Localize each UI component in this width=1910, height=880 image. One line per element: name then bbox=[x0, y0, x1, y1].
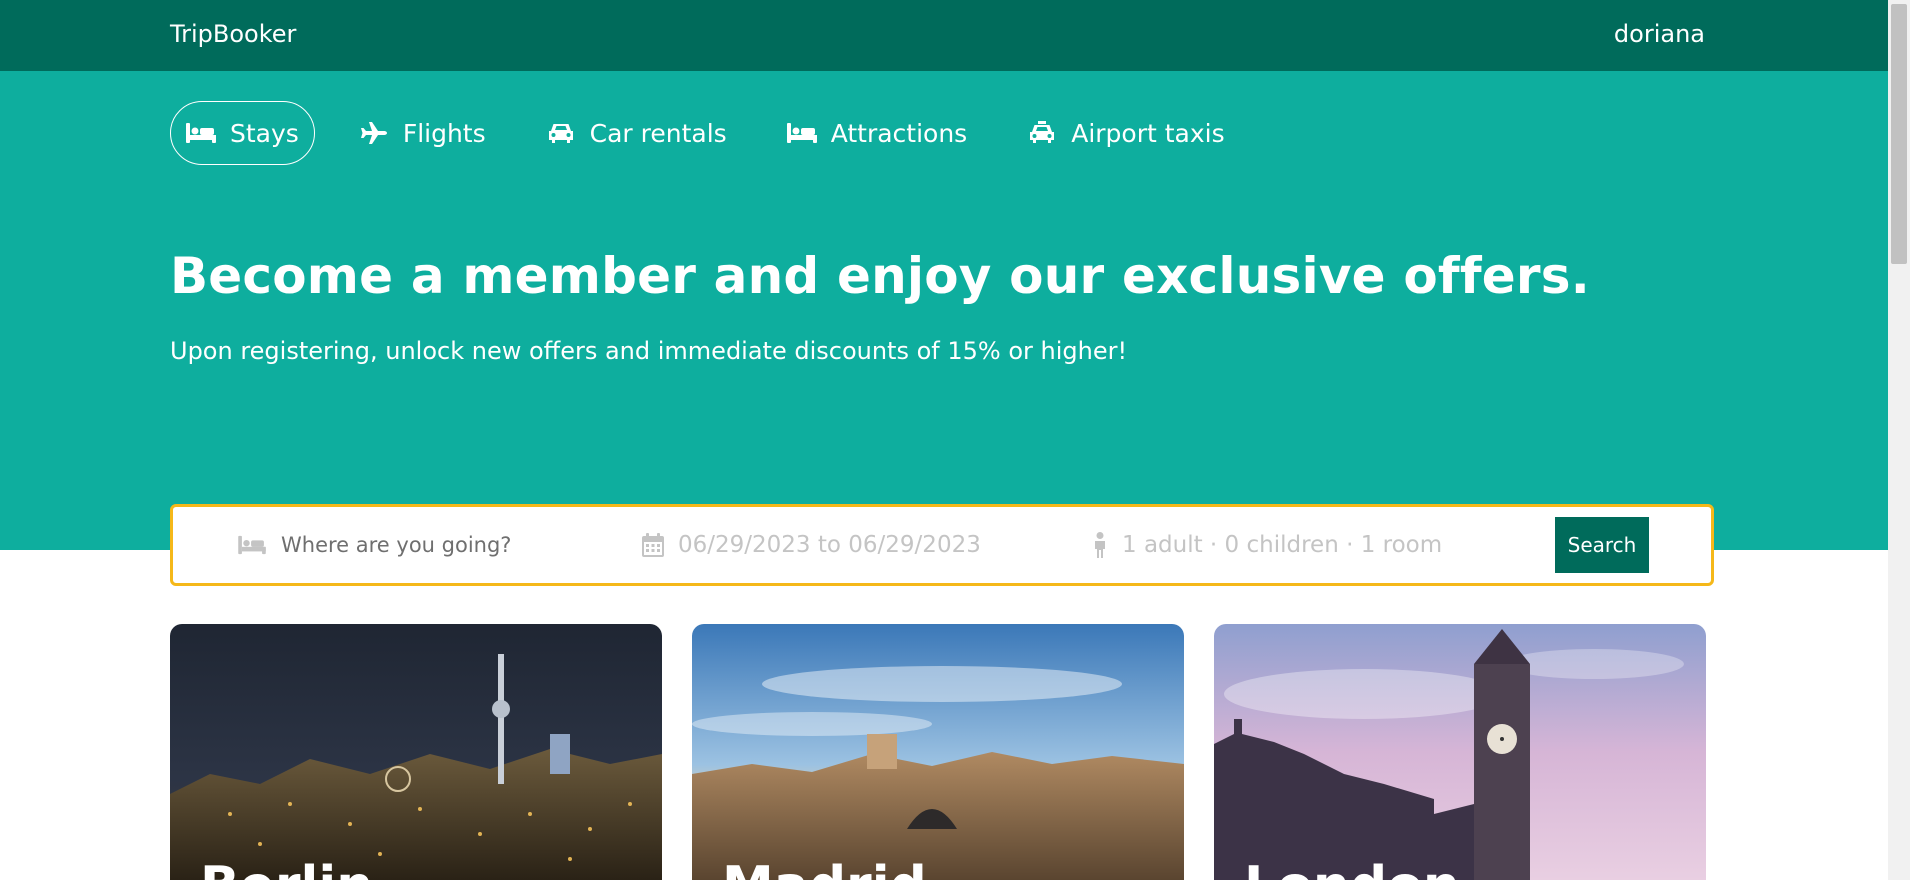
nav-item-attractions[interactable]: Attractions bbox=[771, 101, 984, 165]
nav-item-label: Car rentals bbox=[589, 118, 727, 148]
hero-section: Stays Flights Car rentals Attractions Ai… bbox=[0, 71, 1888, 550]
nav-item-car-rentals[interactable]: Car rentals bbox=[530, 101, 743, 165]
bed-icon bbox=[238, 535, 266, 554]
taxi-icon bbox=[1030, 121, 1055, 143]
scrollbar-thumb[interactable] bbox=[1891, 4, 1907, 264]
hero-subline: Upon registering, unlock new offers and … bbox=[170, 337, 1128, 365]
guests-field[interactable]: 1 adult · 0 children · 1 room bbox=[1092, 507, 1442, 582]
bed-icon bbox=[186, 123, 216, 143]
person-icon bbox=[1095, 531, 1105, 558]
madrid-photo bbox=[692, 624, 1184, 880]
destination-field[interactable] bbox=[237, 507, 601, 582]
card-title: Berlin bbox=[200, 856, 373, 880]
destination-card-madrid[interactable]: Madrid bbox=[692, 624, 1184, 880]
date-range-value: 06/29/2023 to 06/29/2023 bbox=[678, 531, 981, 558]
nav-item-label: Airport taxis bbox=[1071, 118, 1225, 148]
top-bar: TripBooker doriana bbox=[0, 0, 1888, 71]
nav-item-label: Stays bbox=[230, 118, 299, 148]
brand-logo[interactable]: TripBooker bbox=[170, 20, 296, 48]
calendar-icon bbox=[642, 532, 664, 557]
destination-card-berlin[interactable]: Berlin bbox=[170, 624, 662, 880]
card-title: Madrid bbox=[722, 856, 927, 880]
category-nav: Stays Flights Car rentals Attractions Ai… bbox=[170, 101, 1269, 165]
user-name[interactable]: doriana bbox=[1614, 20, 1705, 48]
search-button[interactable]: Search bbox=[1555, 517, 1649, 573]
hero-headline: Become a member and enjoy our exclusive … bbox=[170, 247, 1590, 305]
destination-cards: Berlin Madrid bbox=[170, 624, 1707, 880]
nav-item-airport-taxis[interactable]: Airport taxis bbox=[1011, 101, 1240, 165]
nav-item-label: Flights bbox=[402, 118, 486, 148]
page-scrollbar[interactable] bbox=[1888, 0, 1910, 880]
destination-card-london[interactable]: London bbox=[1214, 624, 1706, 880]
berlin-photo bbox=[170, 624, 662, 880]
card-title: London bbox=[1244, 856, 1460, 880]
nav-item-flights[interactable]: Flights bbox=[343, 101, 502, 165]
destination-input[interactable] bbox=[281, 532, 601, 557]
bed-icon bbox=[786, 123, 817, 143]
london-photo bbox=[1214, 624, 1706, 880]
nav-item-label: Attractions bbox=[830, 118, 968, 148]
car-icon bbox=[548, 124, 573, 143]
search-bar: 06/29/2023 to 06/29/2023 1 adult · 0 chi… bbox=[170, 504, 1714, 586]
plane-icon bbox=[360, 122, 387, 144]
nav-item-stays[interactable]: Stays bbox=[170, 101, 315, 165]
guests-value: 1 adult · 0 children · 1 room bbox=[1122, 531, 1443, 558]
date-range-field[interactable]: 06/29/2023 to 06/29/2023 bbox=[642, 507, 981, 582]
